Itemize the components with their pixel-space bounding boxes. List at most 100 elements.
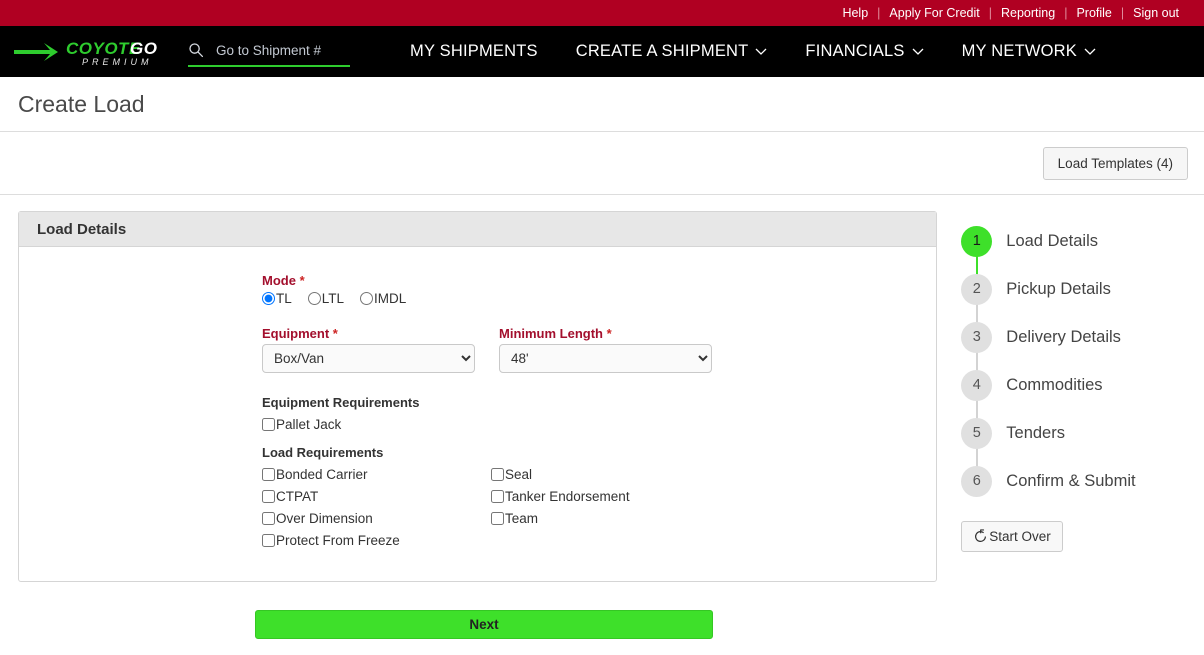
minimum-length-select[interactable]: 48'	[499, 344, 712, 373]
load-requirements-column-2: Seal Tanker Endorsement Team	[491, 467, 720, 555]
step-confirm-and-submit[interactable]: 6 Confirm & Submit	[951, 457, 1188, 505]
checkbox-input-bonded-carrier[interactable]	[262, 468, 275, 481]
utility-link-profile[interactable]: Profile	[1067, 0, 1120, 26]
step-tenders[interactable]: 5 Tenders	[951, 409, 1188, 471]
step-number: 5	[961, 417, 993, 449]
load-details-panel: Load Details Mode * TL LTL IMDL Equipmen…	[18, 211, 938, 582]
equipment-label-text: Equipment	[262, 326, 330, 341]
checkbox-label: Team	[505, 511, 539, 526]
step-number: 4	[961, 369, 993, 401]
step-number: 3	[961, 321, 993, 353]
chevron-down-icon	[1084, 48, 1096, 55]
nav-item-label: MY NETWORK	[961, 42, 1077, 60]
checkbox-label: Protect From Freeze	[276, 533, 400, 548]
mode-radio-tl[interactable]	[262, 292, 275, 305]
main-navigation-bar: COYOTE GO PREMIUM MY SHIPMENTS CREATE A …	[0, 26, 1204, 77]
mode-option-tl[interactable]: TL	[262, 291, 292, 306]
mode-radio-imdl[interactable]	[360, 292, 374, 305]
mode-option-ltl[interactable]: LTL	[307, 291, 344, 306]
panel-title: Load Details	[37, 220, 127, 238]
step-label: Delivery Details	[1006, 327, 1121, 346]
mode-radio-ltl[interactable]	[307, 292, 321, 305]
load-requirements-checkboxes: Bonded Carrier CTPAT Over Dimension Prot…	[262, 467, 936, 555]
minimum-length-field: Minimum Length * 48'	[499, 326, 712, 373]
load-details-panel-header: Load Details	[19, 212, 937, 247]
shipment-search[interactable]	[188, 37, 350, 67]
form-actions: Next	[0, 582, 1204, 639]
checkbox-over-dimension[interactable]: Over Dimension	[262, 511, 491, 526]
checkbox-protect-from-freeze[interactable]: Protect From Freeze	[262, 533, 491, 548]
start-over-label: Start Over	[989, 529, 1051, 544]
equipment-requirements-title: Equipment Requirements	[262, 395, 420, 410]
chevron-down-icon	[912, 48, 924, 55]
utility-link-help[interactable]: Help	[833, 0, 877, 26]
checkbox-seal[interactable]: Seal	[491, 467, 720, 482]
nav-item-create-a-shipment[interactable]: CREATE A SHIPMENT	[576, 42, 768, 61]
step-label: Load Details	[1006, 231, 1099, 250]
required-marker: *	[606, 326, 612, 341]
utility-link-sign-out[interactable]: Sign out	[1124, 0, 1188, 26]
search-input[interactable]	[214, 41, 350, 59]
checkbox-input-over-dimension[interactable]	[262, 512, 275, 525]
coyote-arrow-icon	[14, 42, 58, 61]
search-icon	[189, 43, 204, 58]
nav-item-financials[interactable]: FINANCIALS	[805, 42, 924, 61]
nav-items: MY SHIPMENTS CREATE A SHIPMENT FINANCIAL…	[410, 42, 1096, 61]
checkbox-input-seal[interactable]	[491, 468, 504, 481]
step-number: 2	[961, 273, 993, 305]
step-pickup-details[interactable]: 2 Pickup Details	[951, 265, 1188, 327]
coyotego-logo[interactable]: COYOTE GO PREMIUM	[10, 32, 170, 72]
utility-link-reporting[interactable]: Reporting	[992, 0, 1064, 26]
load-details-form: Mode * TL LTL IMDL Equipment * Box/Van M…	[19, 247, 936, 581]
mode-label: Mode *	[262, 273, 936, 288]
nav-item-label: FINANCIALS	[805, 42, 905, 60]
checkbox-input-tanker-endorsement[interactable]	[491, 490, 504, 503]
mode-option-imdl[interactable]: IMDL	[360, 291, 406, 306]
step-label: Commodities	[1006, 375, 1103, 394]
checkbox-input-ctpat[interactable]	[262, 490, 275, 503]
load-templates-button[interactable]: Load Templates (4)	[1042, 146, 1188, 180]
equipment-select[interactable]: Box/Van	[262, 344, 475, 373]
checkbox-pallet-jack[interactable]: Pallet Jack	[262, 417, 936, 432]
checkbox-tanker-endorsement[interactable]: Tanker Endorsement	[491, 489, 720, 504]
checkbox-label: Bonded Carrier	[276, 467, 368, 482]
step-delivery-details[interactable]: 3 Delivery Details	[951, 313, 1188, 375]
checkbox-input-pallet-jack[interactable]	[262, 418, 275, 431]
page-title-bar: Create Load	[0, 77, 1204, 132]
checkbox-team[interactable]: Team	[491, 511, 720, 526]
nav-item-my-shipments[interactable]: MY SHIPMENTS	[410, 42, 538, 61]
nav-item-label: MY SHIPMENTS	[410, 42, 538, 60]
checkbox-label: CTPAT	[276, 489, 319, 504]
step-label: Confirm & Submit	[1006, 471, 1136, 490]
utility-link-apply-for-credit[interactable]: Apply For Credit	[880, 0, 988, 26]
minimum-length-label: Minimum Length *	[499, 326, 712, 341]
mode-radio-group: TL LTL IMDL	[262, 291, 936, 306]
chevron-down-icon	[755, 48, 767, 55]
start-over-button[interactable]: Start Over	[961, 521, 1063, 552]
checkbox-input-team[interactable]	[491, 512, 504, 525]
step-commodities[interactable]: 4 Commodities	[951, 361, 1188, 423]
checkbox-label: Pallet Jack	[276, 417, 342, 432]
checkbox-ctpat[interactable]: CTPAT	[262, 489, 491, 504]
load-templates-bar: Load Templates (4)	[0, 132, 1204, 195]
equipment-length-row: Equipment * Box/Van Minimum Length * 48'	[262, 326, 936, 373]
step-number: 1	[961, 225, 993, 257]
step-load-details[interactable]: 1 Load Details	[951, 217, 1188, 279]
equipment-label: Equipment *	[262, 326, 475, 341]
steps-sidebar: 1 Load Details 2 Pickup Details 3 Delive…	[951, 211, 1188, 552]
checkbox-label: Over Dimension	[276, 511, 373, 526]
minimum-length-label-text: Minimum Length	[499, 326, 603, 341]
mode-option-label: TL	[276, 291, 292, 306]
nav-item-label: CREATE A SHIPMENT	[575, 42, 749, 60]
step-number: 6	[961, 465, 993, 497]
coyotego-logo-svg: COYOTE GO PREMIUM	[14, 39, 157, 67]
utility-bar: Help | Apply For Credit | Reporting | Pr…	[0, 0, 1204, 26]
checkbox-input-protect-from-freeze[interactable]	[262, 534, 275, 547]
next-button[interactable]: Next	[255, 610, 713, 639]
mode-option-label: IMDL	[374, 291, 407, 306]
refresh-counterclockwise-icon	[975, 529, 987, 542]
nav-item-my-network[interactable]: MY NETWORK	[962, 42, 1096, 61]
start-over-wrap: Start Over	[961, 521, 1188, 552]
checkbox-bonded-carrier[interactable]: Bonded Carrier	[262, 467, 491, 482]
equipment-field: Equipment * Box/Van	[262, 326, 475, 373]
